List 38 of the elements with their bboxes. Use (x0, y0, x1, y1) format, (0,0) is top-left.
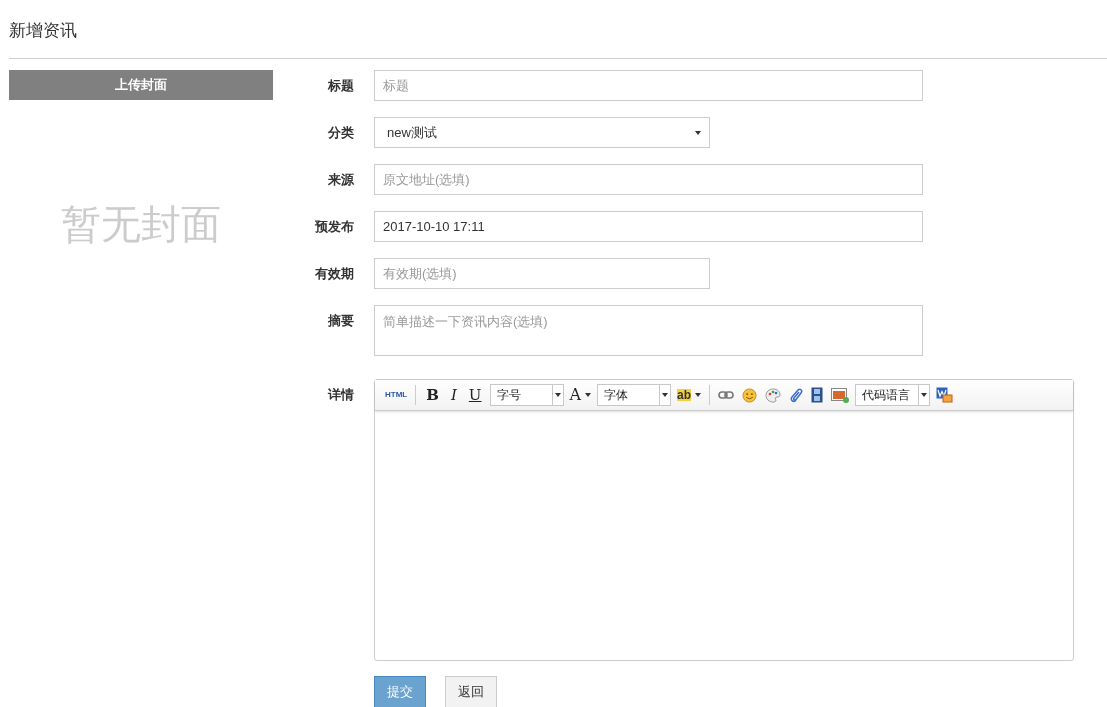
html-source-button[interactable]: HTML (381, 391, 412, 399)
caret-icon (695, 130, 701, 135)
upload-cover-button[interactable]: 上传封面 (9, 70, 273, 100)
input-field[interactable]: 标题 (374, 70, 923, 101)
word-icon[interactable] (936, 387, 954, 403)
caret-icon (585, 393, 592, 397)
film-icon[interactable] (811, 387, 824, 403)
underline-button[interactable]: U (462, 387, 488, 403)
input-field[interactable]: 原文地址(选填) (374, 164, 923, 195)
field-label: 来源 (327, 171, 354, 189)
caret-icon (921, 393, 928, 397)
caret-icon (554, 393, 561, 397)
link-icon[interactable] (718, 390, 735, 400)
toolbar-dropdown[interactable]: 字体 (597, 384, 672, 406)
caret-icon (695, 393, 702, 397)
field-label: 摘要 (327, 312, 354, 330)
bold-button[interactable]: B (420, 387, 445, 403)
toolbar-dropdown[interactable]: 代码语言 (855, 384, 931, 406)
highlight-button[interactable]: ab (673, 389, 706, 401)
field-label: 标题 (327, 77, 354, 95)
font-color-button[interactable]: A (565, 387, 596, 403)
input-field[interactable]: 有效期(选填) (374, 258, 710, 289)
smiley-icon[interactable] (742, 387, 758, 403)
palette-icon[interactable] (765, 387, 782, 403)
field-label: 预发布 (314, 218, 354, 236)
back-button[interactable]: 返回 (445, 676, 497, 707)
image-icon[interactable] (831, 387, 850, 403)
field-label: 有效期 (314, 265, 354, 283)
category-select[interactable]: new测试 (374, 117, 710, 148)
field-label: 详情 (326, 386, 354, 404)
rich-text-editor[interactable]: HTML B I U 字号 A 字体 ab 代码语言 (374, 379, 1074, 661)
field-label: 分类 (327, 124, 354, 142)
page-title: 新增资讯 (9, 20, 78, 42)
italic-button[interactable]: I (444, 387, 463, 403)
caret-icon (662, 393, 669, 397)
input-field[interactable]: 2017-10-10 17:11 (374, 211, 923, 242)
paperclip-icon[interactable] (789, 387, 804, 403)
toolbar-dropdown[interactable]: 字号 (489, 384, 564, 406)
